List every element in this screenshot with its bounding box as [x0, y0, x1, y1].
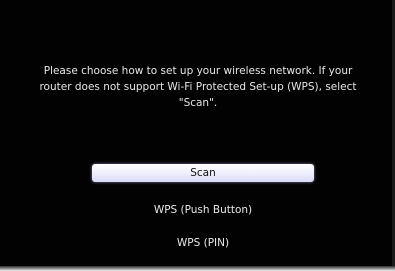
scan-option[interactable]: Scan	[92, 164, 314, 182]
tv-screen: Please choose how to set up your wireles…	[0, 0, 395, 271]
screen-bezel-bottom	[0, 266, 395, 271]
setup-instructions: Please choose how to set up your wireles…	[39, 65, 357, 109]
wps-pin-option[interactable]: WPS (PIN)	[92, 234, 314, 252]
wps-push-button-option[interactable]: WPS (Push Button)	[92, 201, 314, 219]
